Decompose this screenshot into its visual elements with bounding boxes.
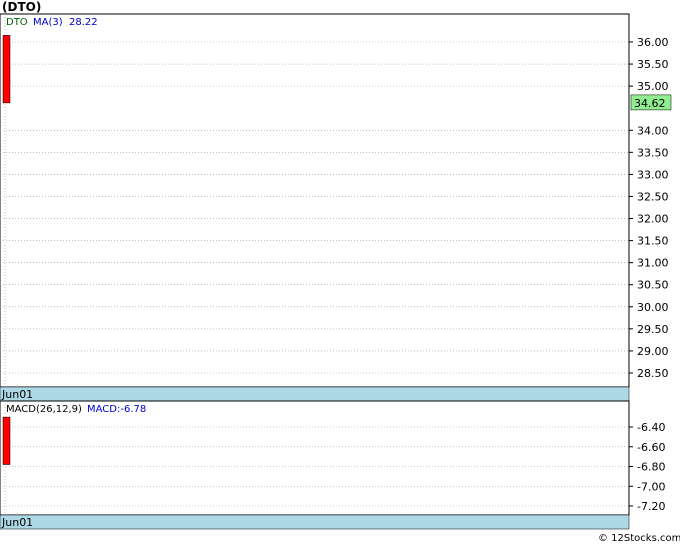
price-tick-label: 29.50 <box>637 323 669 336</box>
macd-date-strip <box>0 514 630 530</box>
macd-tick-label: -7.20 <box>637 500 665 513</box>
price-date-strip <box>0 386 630 402</box>
price-candles <box>2 35 11 104</box>
macd-tick-label: -6.60 <box>637 441 665 454</box>
macd-tick-label: -7.00 <box>637 480 665 493</box>
chart-canvas: (DTO) 36.00 35.50 35.00 34.00 33.50 33.00 32.5… <box>0 0 680 544</box>
macd-tick-label: -6.80 <box>637 461 665 474</box>
last-price-label: 34.62 <box>634 97 666 110</box>
price-tick-label: 36.00 <box>637 36 669 49</box>
legend-ma-value: 28.22 <box>69 17 98 28</box>
footer-credit: © 12Stocks.com <box>598 533 680 544</box>
macd-y-axis: -6.40 -6.60 -6.80 -7.00 -7.20 <box>629 421 665 513</box>
price-y-axis: 36.00 35.50 35.00 34.00 33.50 33.00 32.50 32.00… <box>629 36 669 380</box>
price-tick-label: 33.50 <box>637 146 669 159</box>
macd-plot-area <box>0 400 630 516</box>
price-tick-label: 34.00 <box>637 124 669 137</box>
price-tick-label: 30.00 <box>637 301 669 314</box>
price-tick-label: 31.00 <box>637 257 669 270</box>
price-tick-label: 32.00 <box>637 213 669 226</box>
price-tick-label: 35.50 <box>637 58 669 71</box>
macd-panel: -6.40-6.60-6.80-7.00-7.20 MACD(26,12,9) … <box>0 400 665 530</box>
price-tick-label: 29.00 <box>637 345 669 358</box>
price-tick-label: 30.50 <box>637 279 669 292</box>
legend-symbol: DTO <box>6 17 28 28</box>
price-tick-label: 32.50 <box>637 190 669 203</box>
macd-bar <box>2 416 11 465</box>
price-tick-label: 35.00 <box>637 80 669 93</box>
macd-bars <box>2 416 11 465</box>
macd-legend-value: MACD:-6.78 <box>87 404 146 415</box>
price-date-label: Jun01 <box>1 388 33 401</box>
price-tick-label: 33.00 <box>637 168 669 181</box>
chart-title: (DTO) <box>2 0 41 14</box>
legend-ma-label: MA(3) <box>33 17 63 28</box>
price-tick-label: 28.50 <box>637 367 669 380</box>
price-panel: 36.00 35.50 35.00 34.00 33.50 33.00 32.50 32.00… <box>0 13 672 402</box>
price-tick-label: 31.50 <box>637 235 669 248</box>
price-plot-area <box>0 13 630 388</box>
macd-tick-label: -6.40 <box>637 421 665 434</box>
candle-body <box>2 35 11 104</box>
macd-date-label: Jun01 <box>1 516 33 529</box>
macd-legend-label: MACD(26,12,9) <box>6 404 82 415</box>
